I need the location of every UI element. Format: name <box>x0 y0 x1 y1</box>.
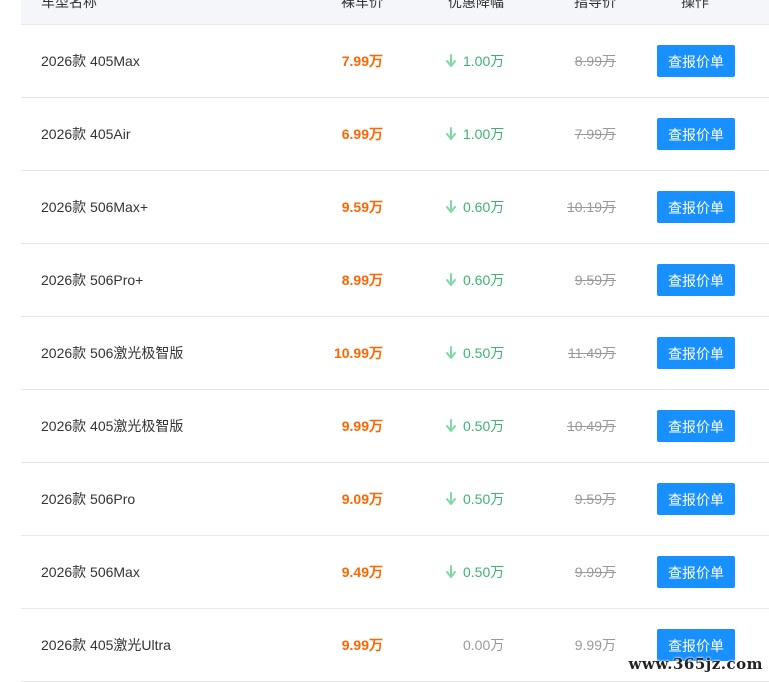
table-row: 2026款 506Max 9.49万 0.50万 9.99万 查报价单 <box>21 536 769 609</box>
header-action: 操作 <box>681 0 709 10</box>
header-price: 裸车价 <box>341 0 383 10</box>
discount-value: 0.50万 <box>463 563 504 581</box>
view-quote-button[interactable]: 查报价单 <box>657 410 735 442</box>
arrow-down-icon <box>445 419 457 433</box>
guide-price: 7.99万 <box>575 125 616 143</box>
car-model-name: 2026款 506Pro <box>41 490 135 508</box>
table-row: 2026款 405Max 7.99万 1.00万 8.99万 查报价单 <box>21 25 769 98</box>
bare-price: 9.09万 <box>342 490 383 508</box>
car-model-name: 2026款 506Pro+ <box>41 271 143 289</box>
bare-price: 10.99万 <box>334 344 383 362</box>
table-row: 2026款 405Air 6.99万 1.00万 7.99万 查报价单 <box>21 98 769 171</box>
discount-value: 0.60万 <box>463 271 504 289</box>
discount-amount: 0.50万 <box>445 563 504 581</box>
bare-price: 6.99万 <box>342 125 383 143</box>
car-model-name: 2026款 506Max+ <box>41 198 148 216</box>
car-model-name: 2026款 405激光极智版 <box>41 417 183 435</box>
table-row: 2026款 506Pro 9.09万 0.50万 9.59万 查报价单 <box>21 463 769 536</box>
arrow-down-icon <box>445 273 457 287</box>
guide-price: 9.59万 <box>575 490 616 508</box>
discount-amount: 0.00万 <box>445 636 504 654</box>
bare-price: 7.99万 <box>342 52 383 70</box>
guide-price: 9.59万 <box>575 271 616 289</box>
header-name: 车型名称 <box>41 0 97 10</box>
car-model-name: 2026款 405Air <box>41 125 131 143</box>
header-discount: 优惠降幅 <box>448 0 504 10</box>
discount-amount: 0.60万 <box>445 271 504 289</box>
table-row: 2026款 506Max+ 9.59万 0.60万 10.19万 查报价单 <box>21 171 769 244</box>
discount-amount: 0.50万 <box>445 417 504 435</box>
arrow-down-icon <box>445 54 457 68</box>
arrow-down-icon <box>445 127 457 141</box>
view-quote-button[interactable]: 查报价单 <box>657 45 735 77</box>
view-quote-button[interactable]: 查报价单 <box>657 337 735 369</box>
discount-amount: 0.60万 <box>445 198 504 216</box>
header-guide: 指导价 <box>574 0 616 10</box>
arrow-down-icon <box>445 200 457 214</box>
arrow-down-icon <box>445 492 457 506</box>
arrow-down-icon <box>445 346 457 360</box>
car-model-name: 2026款 506激光极智版 <box>41 344 183 362</box>
discount-value: 0.00万 <box>463 636 504 654</box>
table-row: 2026款 506激光极智版 10.99万 0.50万 11.49万 查报价单 <box>21 317 769 390</box>
view-quote-button[interactable]: 查报价单 <box>657 118 735 150</box>
bare-price: 9.49万 <box>342 563 383 581</box>
arrow-down-icon <box>445 565 457 579</box>
guide-price: 9.99万 <box>575 563 616 581</box>
discount-amount: 0.50万 <box>445 490 504 508</box>
guide-price: 8.99万 <box>575 52 616 70</box>
watermark: www.365jz.com <box>629 655 763 673</box>
car-price-table: 车型名称 裸车价 优惠降幅 指导价 操作 2026款 405Max 7.99万 1.… <box>21 0 769 682</box>
discount-value: 0.50万 <box>463 344 504 362</box>
discount-value: 0.60万 <box>463 198 504 216</box>
guide-price: 10.19万 <box>567 198 616 216</box>
bare-price: 8.99万 <box>342 271 383 289</box>
discount-amount: 0.50万 <box>445 344 504 362</box>
view-quote-button[interactable]: 查报价单 <box>657 264 735 296</box>
discount-value: 0.50万 <box>463 417 504 435</box>
view-quote-button[interactable]: 查报价单 <box>657 483 735 515</box>
guide-price: 11.49万 <box>568 344 616 362</box>
table-header: 车型名称 裸车价 优惠降幅 指导价 操作 <box>21 0 769 25</box>
guide-price: 9.99万 <box>575 636 616 654</box>
guide-price: 10.49万 <box>567 417 616 435</box>
table-body: 2026款 405Max7.99万1.00万8.99万查报价单2026款 405… <box>21 25 769 682</box>
bare-price: 9.59万 <box>342 198 383 216</box>
discount-value: 1.00万 <box>463 52 504 70</box>
bare-price: 9.99万 <box>342 636 383 654</box>
discount-amount: 1.00万 <box>445 125 504 143</box>
discount-amount: 1.00万 <box>445 52 504 70</box>
discount-value: 0.50万 <box>463 490 504 508</box>
table-row: 2026款 405激光极智版 9.99万 0.50万 10.49万 查报价单 <box>21 390 769 463</box>
car-model-name: 2026款 506Max <box>41 563 140 581</box>
bare-price: 9.99万 <box>342 417 383 435</box>
view-quote-button[interactable]: 查报价单 <box>657 191 735 223</box>
discount-value: 1.00万 <box>463 125 504 143</box>
car-model-name: 2026款 405激光Ultra <box>41 636 171 654</box>
table-row: 2026款 506Pro+ 8.99万 0.60万 9.59万 查报价单 <box>21 244 769 317</box>
view-quote-button[interactable]: 查报价单 <box>657 556 735 588</box>
car-model-name: 2026款 405Max <box>41 52 140 70</box>
